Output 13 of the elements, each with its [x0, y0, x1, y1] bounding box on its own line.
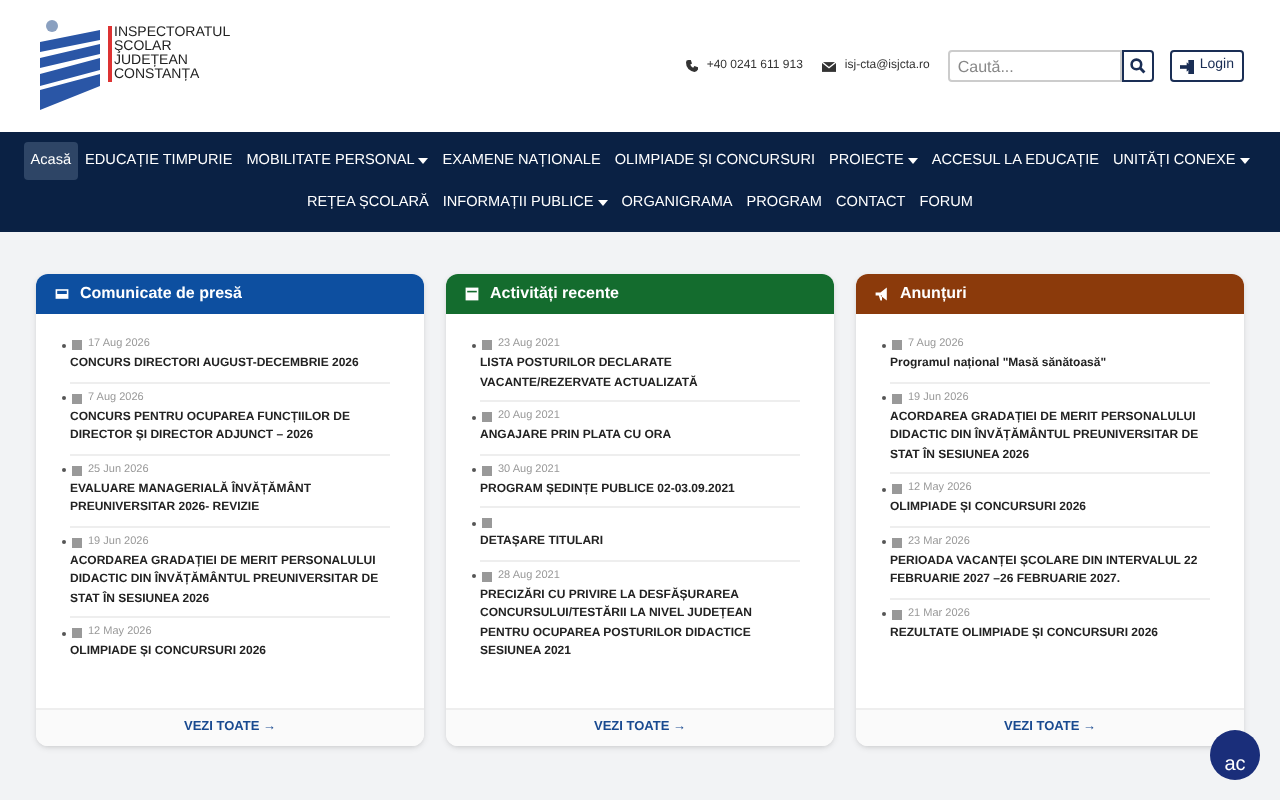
search-field[interactable]: Caută... — [947, 50, 1122, 82]
logo-icon — [36, 18, 104, 114]
search-icon — [1129, 58, 1146, 74]
envelope-icon — [822, 61, 837, 71]
newspaper-icon — [54, 286, 70, 302]
phone-icon — [686, 60, 699, 72]
card-title: Activități recente — [490, 282, 619, 306]
card-title: Anunțuri — [900, 282, 967, 306]
login-icon — [1179, 59, 1194, 73]
megaphone-icon — [874, 286, 890, 302]
card-title: Comunicate de presă — [80, 282, 242, 306]
accessibility-button[interactable]: ac — [1210, 730, 1260, 780]
search-button[interactable] — [1121, 50, 1154, 82]
